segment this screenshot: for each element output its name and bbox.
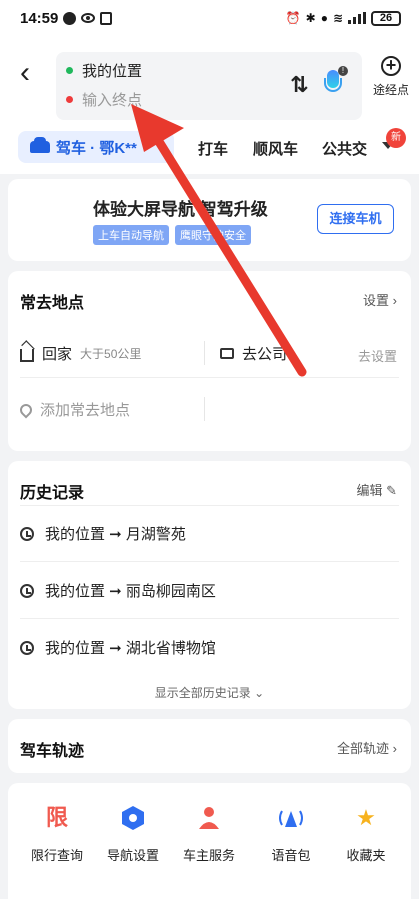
divider — [20, 505, 399, 506]
home-icon — [20, 349, 34, 362]
divider — [20, 561, 399, 562]
start-dot-icon — [66, 67, 73, 74]
location-pin-icon — [17, 401, 35, 418]
tool-label: 语音包 — [271, 848, 311, 863]
promo-tag: 上车自动导航 — [93, 225, 169, 245]
connect-car-button[interactable]: 连接车机 — [317, 204, 394, 234]
route-input-box: 我的位置 输入终点 ⇅ ! — [56, 52, 362, 120]
history-item-label: 我的位置 ➞ 湖北省博物馆 — [45, 640, 216, 657]
start-point-row[interactable]: 我的位置 — [66, 60, 142, 81]
frequent-places-title: 常去地点 — [20, 295, 85, 312]
show-all-history-button[interactable]: 显示全部历史记录 ⌄ — [8, 684, 411, 701]
history-item-label: 我的位置 ➞ 丽岛柳园南区 — [45, 583, 216, 600]
mic-badge-icon: ! — [338, 66, 348, 76]
promo-card: 体验大屏导航 智驾升级 上车自动导航 鹰眼守护安全 连接车机 — [8, 179, 411, 261]
eye-icon — [81, 13, 96, 23]
tool-restriction-query[interactable]: 限 限行查询 — [17, 805, 97, 864]
clock-icon — [20, 526, 34, 541]
divider — [204, 341, 205, 365]
search-area: ‹ 我的位置 输入终点 ⇅ ! + 途经点 — [0, 36, 419, 124]
history-title: 历史记录 — [20, 485, 85, 502]
transport-tabs: 驾车 · 鄂K** 打车 顺风车 公共交 新 — [0, 124, 419, 174]
clock-icon — [20, 583, 34, 598]
end-point-input[interactable]: 输入终点 — [66, 89, 142, 110]
status-bar: 14:59 ⏰ ✱ ● ≋ 26 — [0, 0, 419, 36]
tools-grid: 限 限行查询 导航设置 车主服务 语音包 ★ 收藏夹 — [8, 783, 411, 899]
divider — [20, 618, 399, 619]
tab-carpool[interactable]: 顺风车 — [253, 138, 298, 159]
history-item[interactable]: 我的位置 ➞ 湖北省博物馆 — [20, 637, 216, 658]
person-icon — [169, 805, 249, 831]
tab-taxi[interactable]: 打车 — [198, 138, 228, 159]
history-item[interactable]: 我的位置 ➞ 丽岛柳园南区 — [20, 580, 216, 601]
swap-icon[interactable]: ⇅ — [290, 72, 309, 98]
driving-track-title: 驾车轨迹 — [20, 743, 85, 760]
hexagon-icon — [93, 805, 173, 831]
home-label: 回家 — [42, 346, 73, 363]
divider — [20, 377, 399, 378]
history-item-label: 我的位置 ➞ 月湖警苑 — [45, 526, 186, 543]
plus-circle-icon: + — [381, 56, 401, 76]
work-label: 去公司 — [242, 346, 288, 363]
restriction-icon: 限 — [45, 805, 68, 830]
voice-icon — [251, 805, 331, 831]
all-tracks-link[interactable]: 全部轨迹 › — [337, 738, 397, 757]
status-right: ⏰ ✱ ● ≋ 26 — [285, 10, 401, 26]
tab-drive[interactable]: 驾车 · 鄂K** — [18, 131, 174, 163]
history-item[interactable]: 我的位置 ➞ 月湖警苑 — [20, 523, 186, 544]
notification-icon — [63, 11, 77, 25]
end-point-placeholder: 输入终点 — [82, 92, 143, 109]
driving-track-card[interactable]: 驾车轨迹 全部轨迹 › — [8, 719, 411, 773]
signal-icon — [348, 12, 366, 24]
tool-voice-pack[interactable]: 语音包 — [251, 805, 331, 864]
status-left: 14:59 — [20, 9, 113, 27]
add-place-label: 添加常去地点 — [40, 402, 131, 419]
divider — [204, 397, 205, 421]
tool-nav-settings[interactable]: 导航设置 — [93, 805, 173, 864]
work-place[interactable]: 去公司 — [220, 343, 287, 364]
tool-owner-service[interactable]: 车主服务 — [169, 805, 249, 864]
tool-favorites[interactable]: ★ 收藏夹 — [326, 805, 406, 864]
briefcase-icon — [220, 348, 234, 359]
promo-tag: 鹰眼守护安全 — [175, 225, 251, 245]
work-set-link[interactable]: 去设置 — [358, 346, 397, 365]
end-dot-icon — [66, 96, 73, 103]
tool-label: 车主服务 — [182, 848, 235, 863]
tool-label: 限行查询 — [30, 848, 83, 863]
wifi-icon: ≋ — [332, 11, 343, 25]
location-icon: ● — [320, 11, 328, 25]
home-place[interactable]: 回家 大于50公里 — [20, 343, 141, 364]
tool-label: 收藏夹 — [346, 848, 386, 863]
new-badge: 新 — [386, 128, 406, 148]
alarm-icon: ⏰ — [285, 11, 301, 25]
microphone-icon[interactable]: ! — [324, 66, 348, 96]
frequent-places-card: 常去地点 设置 › 回家 大于50公里 去公司 去设置 添加常去地点 — [8, 271, 411, 451]
battery-indicator: 26 — [371, 10, 401, 26]
tool-label: 导航设置 — [106, 848, 159, 863]
home-distance: 大于50公里 — [80, 347, 142, 361]
bluetooth-icon: ✱ — [305, 11, 316, 25]
start-point-label: 我的位置 — [82, 63, 143, 80]
promo-title: 体验大屏导航 智驾升级 — [93, 200, 268, 219]
history-card: 历史记录 编辑 ✎ 我的位置 ➞ 月湖警苑 我的位置 ➞ 丽岛柳园南区 我的位置… — [8, 461, 411, 709]
history-edit-link[interactable]: 编辑 ✎ — [356, 480, 397, 499]
status-time: 14:59 — [20, 9, 59, 27]
tab-public-transit[interactable]: 公共交 — [322, 138, 367, 159]
clock-icon — [20, 640, 34, 655]
add-waypoint-button[interactable]: + 途经点 — [370, 56, 412, 98]
tab-drive-label: 驾车 · 鄂K** — [56, 139, 137, 157]
promo-tags: 上车自动导航 鹰眼守护安全 — [93, 225, 251, 245]
nfc-icon — [100, 11, 113, 25]
frequent-settings-link[interactable]: 设置 › — [363, 290, 397, 309]
star-icon: ★ — [356, 805, 376, 830]
back-button[interactable]: ‹ — [20, 58, 30, 88]
car-icon — [30, 137, 50, 153]
waypoint-label: 途经点 — [372, 83, 409, 97]
add-frequent-place[interactable]: 添加常去地点 — [17, 399, 131, 420]
